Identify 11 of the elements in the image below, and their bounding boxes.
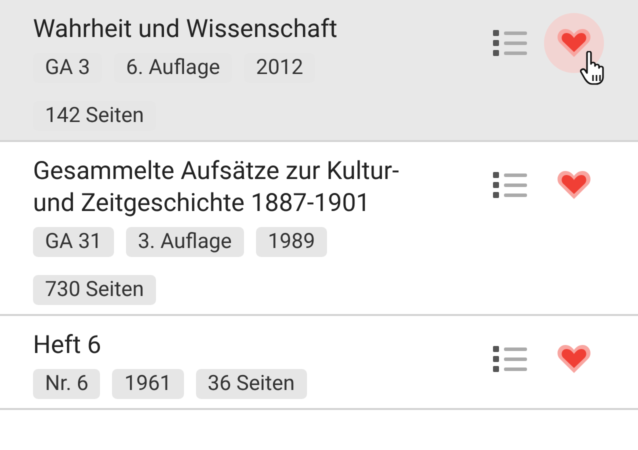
info-tag: 1961 [112, 369, 184, 399]
info-tag: 730 Seiten [33, 275, 156, 305]
info-tag: GA 31 [33, 227, 114, 257]
info-tag: 36 Seiten [196, 369, 307, 399]
book-title: Heft 6 [33, 330, 102, 362]
info-tag: 3. Auflage [126, 227, 244, 257]
book-title: Gesammelte Aufsätze zur Kultur- und Zeitgeschichte 1887-1901 [33, 156, 400, 220]
book-title: Wahrheit und Wissenschaft [33, 14, 338, 46]
info-tag: 1989 [256, 227, 328, 257]
book-row[interactable]: Wahrheit und Wissenschaft GA 3 6. Auflage 2012 142 Seiten [0, 0, 638, 142]
info-tag: Nr. 6 [33, 369, 100, 399]
